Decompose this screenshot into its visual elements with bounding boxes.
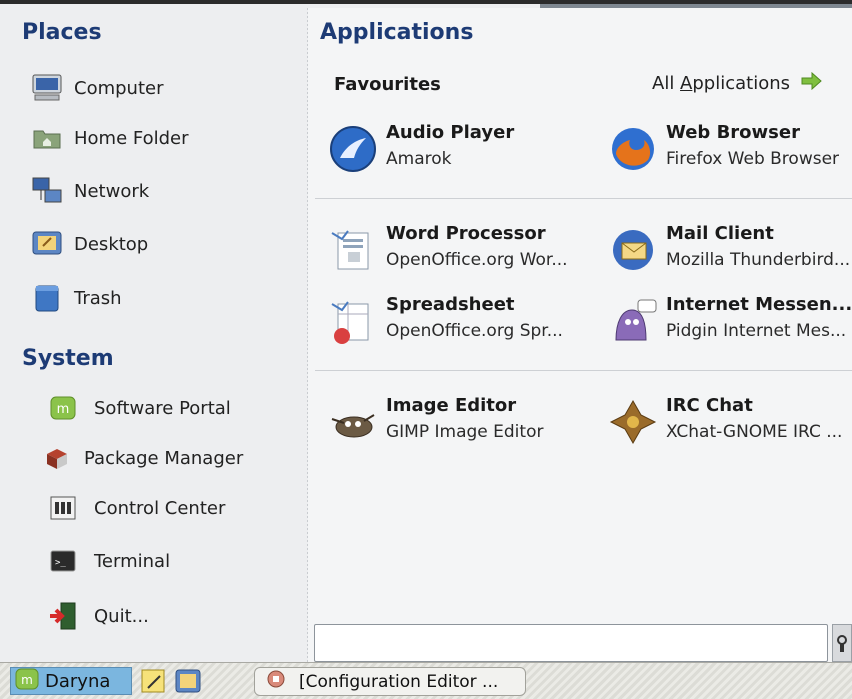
system-item-label: Terminal — [94, 550, 171, 572]
app-description: Mozilla Thunderbird... — [666, 250, 851, 270]
separator — [315, 198, 852, 199]
places-item-network[interactable]: Network — [30, 173, 149, 209]
network-icon — [30, 176, 64, 206]
places-item-label: Desktop — [74, 233, 149, 255]
app-name: Spreadsheet — [386, 294, 515, 315]
all-applications-label: All Applications — [652, 73, 791, 94]
system-item-label: Quit... — [94, 605, 149, 627]
configuration-editor-icon — [265, 668, 287, 695]
trash-icon — [30, 283, 64, 313]
irc-chat-icon — [608, 397, 658, 447]
desktop-icon — [30, 229, 64, 259]
web-browser-icon — [608, 124, 658, 174]
system-item-package-manager[interactable]: Package Manager — [40, 440, 243, 476]
search-button[interactable] — [832, 624, 852, 662]
app-irc-chat[interactable]: IRC Chat XChat-GNOME IRC ... — [608, 393, 852, 453]
system-item-label: Control Center — [94, 497, 226, 519]
system-item-terminal[interactable]: >_ Terminal — [46, 543, 170, 579]
places-item-computer[interactable]: Computer — [30, 70, 163, 106]
package-manager-icon — [40, 443, 74, 473]
show-desktop-icon — [174, 669, 202, 698]
app-audio-player[interactable]: Audio Player Amarok — [328, 120, 588, 180]
app-web-browser[interactable]: Web Browser Firefox Web Browser — [608, 120, 852, 180]
arrow-right-icon — [800, 71, 822, 95]
places-item-desktop[interactable]: Desktop — [30, 226, 148, 262]
app-name: Word Processor — [386, 223, 546, 244]
main-menu: Places Computer Home Folder Network Desk… — [0, 0, 852, 662]
places-item-label: Network — [74, 180, 150, 202]
computer-icon — [30, 73, 64, 103]
app-description: XChat-GNOME IRC ... — [666, 422, 843, 442]
app-mail-client[interactable]: Mail Client Mozilla Thunderbird... — [608, 221, 852, 281]
mail-client-icon — [608, 225, 658, 275]
places-title: Places — [22, 20, 102, 45]
system-item-quit[interactable]: Quit... — [46, 598, 149, 634]
menu-button-label: Daryna — [45, 670, 111, 692]
places-item-label: Home Folder — [74, 127, 189, 149]
search-input[interactable] — [314, 624, 828, 662]
menu-button[interactable]: m Daryna — [10, 667, 132, 695]
home-folder-icon — [30, 123, 64, 153]
favourites-label: Favourites — [334, 74, 441, 95]
mint-logo-icon: m — [15, 668, 39, 695]
places-item-trash[interactable]: Trash — [30, 280, 122, 316]
launcher-text-editor[interactable] — [140, 668, 168, 698]
quit-icon — [46, 601, 80, 631]
messenger-icon — [608, 296, 658, 346]
system-item-control-center[interactable]: Control Center — [46, 490, 225, 526]
app-description: Firefox Web Browser — [666, 149, 840, 169]
app-description: GIMP Image Editor — [386, 422, 544, 442]
app-description: OpenOffice.org Spr... — [386, 321, 563, 341]
text-editor-icon — [140, 669, 168, 698]
image-editor-icon — [328, 397, 378, 447]
svg-text:m: m — [21, 673, 33, 687]
places-item-label: Trash — [74, 287, 122, 309]
applications-title: Applications — [320, 20, 474, 45]
app-name: Internet Messen... — [666, 294, 852, 315]
app-name: Image Editor — [386, 395, 517, 416]
audio-player-icon — [328, 124, 378, 174]
system-item-software-portal[interactable]: m Software Portal — [46, 390, 231, 426]
app-image-editor[interactable]: Image Editor GIMP Image Editor — [328, 393, 588, 453]
app-name: IRC Chat — [666, 395, 753, 416]
system-item-label: Package Manager — [84, 447, 244, 469]
app-spreadsheet[interactable]: Spreadsheet OpenOffice.org Spr... — [328, 292, 588, 352]
all-applications-button[interactable]: All Applications — [652, 71, 822, 95]
app-name: Web Browser — [666, 122, 800, 143]
places-item-label: Computer — [74, 77, 164, 99]
launcher-desktop[interactable] — [174, 668, 202, 698]
svg-text:m: m — [57, 402, 70, 417]
control-center-icon — [46, 493, 80, 523]
app-description: Amarok — [386, 149, 452, 169]
taskbar-window-configuration-editor[interactable]: [Configuration Editor ... — [254, 667, 526, 696]
system-title: System — [22, 346, 114, 371]
left-pane: Places Computer Home Folder Network Desk… — [10, 8, 308, 662]
svg-text:>_: >_ — [55, 558, 66, 568]
app-description: OpenOffice.org Wor... — [386, 250, 568, 270]
software-portal-icon: m — [46, 393, 80, 423]
app-name: Audio Player — [386, 122, 515, 143]
app-internet-messenger[interactable]: Internet Messen... Pidgin Internet Mes..… — [608, 292, 852, 352]
app-description: Pidgin Internet Mes... — [666, 321, 847, 341]
places-item-home-folder[interactable]: Home Folder — [30, 120, 189, 156]
system-item-label: Software Portal — [94, 397, 231, 419]
separator — [315, 370, 852, 371]
app-name: Mail Client — [666, 223, 774, 244]
spreadsheet-icon — [328, 296, 378, 346]
terminal-icon: >_ — [46, 546, 80, 576]
app-word-processor[interactable]: Word Processor OpenOffice.org Wor... — [328, 221, 588, 281]
taskbar-window-label: [Configuration Editor ... — [299, 671, 499, 692]
word-processor-icon — [328, 225, 378, 275]
